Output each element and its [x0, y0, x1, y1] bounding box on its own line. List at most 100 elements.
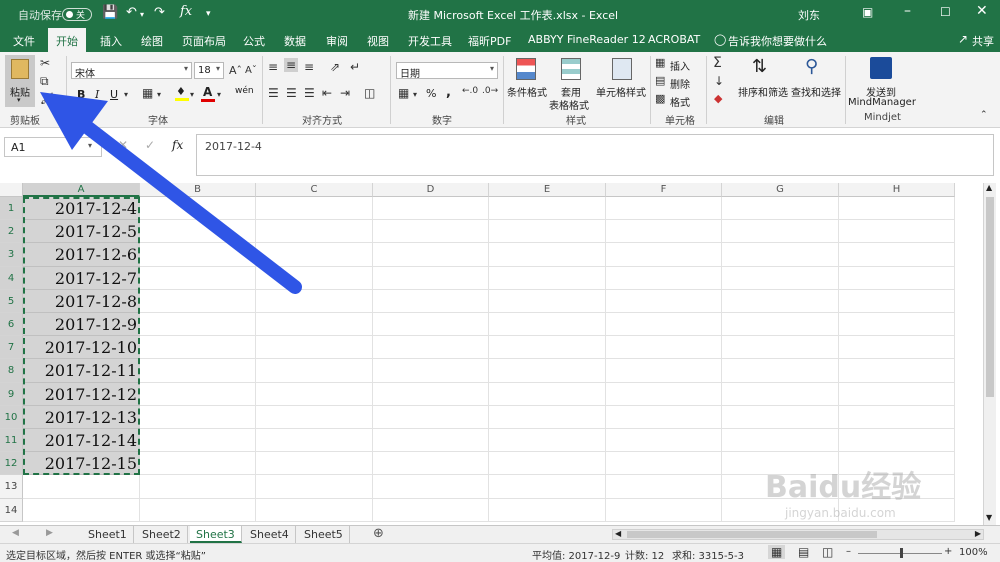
grid-cell[interactable] — [606, 313, 722, 336]
insert-function-icon[interactable]: fx — [172, 138, 183, 152]
accounting-format-icon[interactable]: ▦ — [398, 86, 409, 100]
delete-cells-button[interactable]: 删除 — [670, 76, 690, 91]
grid-cell[interactable] — [140, 243, 256, 267]
grid-cell[interactable] — [722, 475, 839, 499]
grid-cell[interactable] — [373, 452, 489, 475]
underline-dropdown-icon[interactable]: ▾ — [124, 90, 128, 99]
grid-cell[interactable] — [489, 452, 606, 475]
ribbon-display-icon[interactable]: ▣ — [862, 5, 873, 19]
grid-cell[interactable] — [373, 336, 489, 359]
grid-cell[interactable] — [373, 406, 489, 429]
grid-cell[interactable] — [839, 499, 955, 522]
grid-cell[interactable] — [373, 313, 489, 336]
column-header-h[interactable]: H — [839, 183, 955, 197]
font-size-select[interactable]: 18 ▾ — [194, 62, 224, 79]
grid-cell[interactable] — [722, 220, 839, 243]
format-cells-icon[interactable]: ▩ — [655, 92, 665, 105]
zoom-in-icon[interactable]: + — [944, 546, 952, 557]
grid-cell[interactable] — [256, 383, 373, 406]
borders-icon[interactable]: ▦ — [142, 86, 153, 100]
grid-cell[interactable] — [722, 197, 839, 220]
grid-cell[interactable] — [839, 429, 955, 452]
row-header[interactable]: 4 — [0, 267, 23, 290]
grid-cell[interactable] — [256, 452, 373, 475]
grid-cell[interactable] — [839, 220, 955, 243]
grid-cell[interactable] — [489, 383, 606, 406]
cell-a1[interactable]: 2017-12-4 — [23, 197, 140, 220]
cell-a4[interactable]: 2017-12-7 — [23, 267, 140, 290]
hscroll-thumb[interactable] — [627, 531, 877, 538]
scroll-right-icon[interactable]: ▶ — [975, 529, 981, 538]
orientation-icon[interactable]: ⇗ — [330, 60, 340, 74]
decrease-decimal-icon[interactable]: .0→ — [482, 86, 498, 96]
grid-cell[interactable] — [140, 290, 256, 313]
user-name[interactable]: 刘东 — [798, 7, 820, 23]
tab-formulas[interactable]: 公式 — [243, 33, 265, 49]
grid-cell[interactable] — [839, 406, 955, 429]
align-center-icon[interactable]: ☰ — [286, 86, 297, 100]
paste-button[interactable]: 粘贴 ▾ — [5, 55, 35, 107]
grid-cell[interactable] — [140, 267, 256, 290]
grid-cell[interactable] — [606, 499, 722, 522]
grid-cell[interactable] — [140, 475, 256, 499]
grid-cell[interactable] — [722, 243, 839, 267]
grid-cell[interactable] — [839, 243, 955, 267]
grid-cell[interactable] — [489, 359, 606, 383]
align-left-icon[interactable]: ☰ — [268, 86, 279, 100]
borders-dropdown-icon[interactable]: ▾ — [157, 90, 161, 99]
grid-cell[interactable] — [722, 313, 839, 336]
grid-cell[interactable] — [722, 336, 839, 359]
column-header-g[interactable]: G — [722, 183, 839, 197]
font-name-select[interactable]: 宋体 ▾ — [71, 62, 192, 80]
phonetic-icon[interactable]: wén — [235, 86, 254, 96]
grid-cell[interactable] — [839, 197, 955, 220]
tab-insert[interactable]: 插入 — [100, 33, 122, 49]
bold-button[interactable]: B — [77, 88, 85, 101]
cut-icon[interactable]: ✂ — [40, 56, 50, 70]
sheet-tab[interactable]: Sheet4 — [244, 526, 296, 543]
enter-icon[interactable]: ✓ — [145, 138, 155, 152]
grid-cell[interactable] — [606, 267, 722, 290]
worksheet-grid[interactable]: ABCDEFGH 1 2 3 4 5 6 7 8 9 10 11 12 13 14 2017-12-4 20… — [0, 183, 996, 525]
row-header[interactable]: 3 — [0, 243, 23, 267]
zoom-slider[interactable] — [858, 548, 942, 558]
format-cells-button[interactable]: 格式 — [670, 94, 690, 109]
grid-cell[interactable] — [606, 475, 722, 499]
grid-cell[interactable] — [256, 499, 373, 522]
horizontal-scrollbar[interactable]: ◀ ▶ — [612, 529, 984, 540]
tab-file[interactable]: 文件 — [13, 33, 35, 49]
namebox-dropdown-icon[interactable]: ▾ — [88, 141, 92, 150]
grid-cell[interactable] — [140, 452, 256, 475]
grid-cell[interactable] — [839, 475, 955, 499]
share-icon[interactable]: ↗ — [958, 32, 968, 46]
tab-view[interactable]: 视图 — [367, 33, 389, 49]
grid-cell[interactable] — [256, 475, 373, 499]
formula-input[interactable]: 2017-12-4 — [196, 134, 994, 176]
fill-icon[interactable]: ↓ — [714, 74, 724, 88]
number-format-select[interactable]: 日期 ▾ — [396, 62, 498, 80]
tab-acrobat[interactable]: ACROBAT — [648, 33, 700, 46]
grid-cell[interactable] — [373, 499, 489, 522]
decrease-indent-icon[interactable]: ⇤ — [322, 86, 332, 100]
percent-button[interactable]: % — [426, 87, 436, 100]
find-select-button[interactable]: ⚲ 查找和选择 — [791, 56, 841, 108]
grid-cell[interactable] — [140, 383, 256, 406]
select-all-corner[interactable] — [0, 183, 23, 197]
tab-review[interactable]: 审阅 — [326, 33, 348, 49]
align-top-icon[interactable]: ≡ — [268, 60, 278, 74]
shrink-font-icon[interactable]: Aˇ — [245, 65, 257, 76]
tab-developer[interactable]: 开发工具 — [408, 33, 452, 49]
minimize-icon[interactable]: – — [904, 3, 911, 19]
grid-cell[interactable] — [256, 267, 373, 290]
grid-cell[interactable] — [140, 197, 256, 220]
scroll-thumb[interactable] — [986, 197, 994, 397]
cell-a14[interactable] — [23, 499, 140, 522]
grid-cell[interactable] — [722, 429, 839, 452]
next-sheet-icon[interactable]: ▶ — [46, 528, 53, 538]
maximize-icon[interactable]: ☐ — [940, 5, 951, 19]
grid-cell[interactable] — [489, 220, 606, 243]
row-header[interactable]: 2 — [0, 220, 23, 243]
grid-cell[interactable] — [489, 475, 606, 499]
row-header[interactable]: 9 — [0, 383, 23, 406]
row-header[interactable]: 10 — [0, 406, 23, 429]
